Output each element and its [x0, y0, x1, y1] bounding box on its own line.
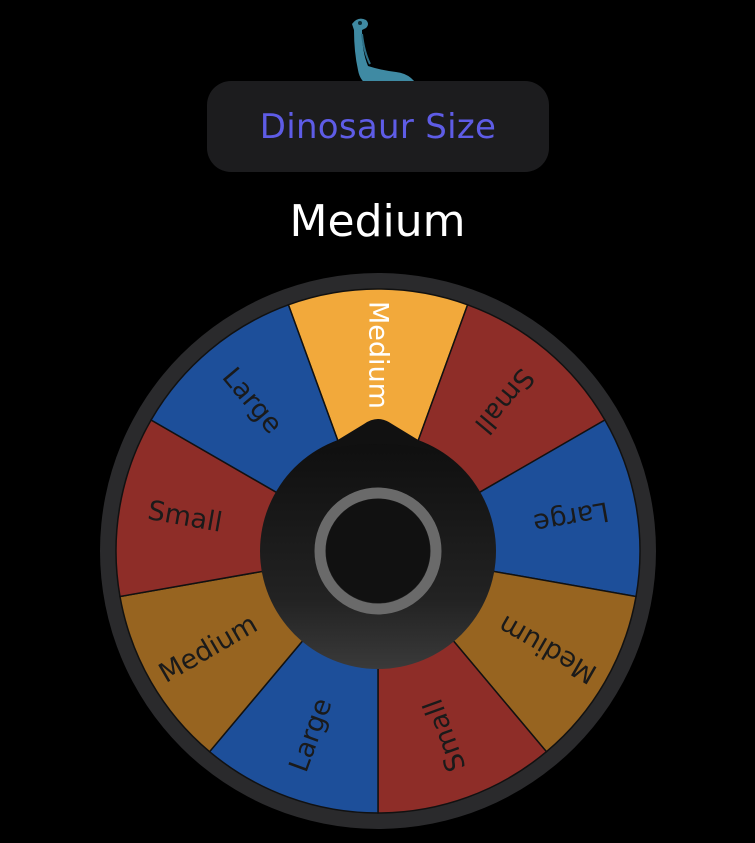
- spinner-screen: Medium Small Large Medium Small Large Medium Sm…: [0, 0, 755, 843]
- spin-result: Medium: [289, 196, 466, 247]
- wheel-segment-label: Medium: [363, 301, 394, 409]
- category-title-pill[interactable]: Dinosaur Size: [207, 81, 549, 172]
- knob-center: [326, 499, 430, 603]
- category-title: Dinosaur Size: [259, 107, 497, 147]
